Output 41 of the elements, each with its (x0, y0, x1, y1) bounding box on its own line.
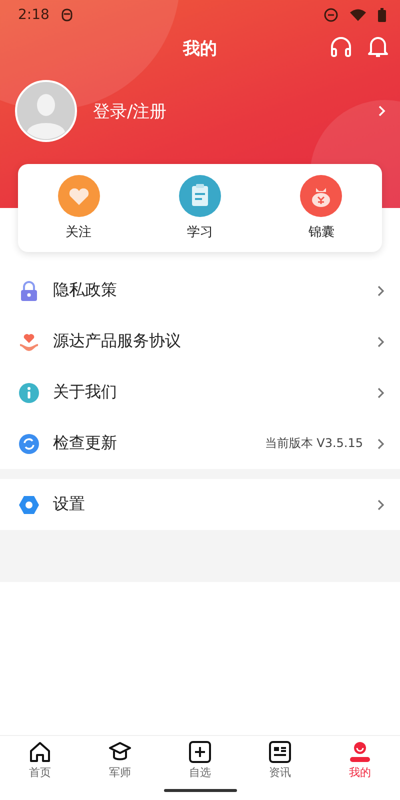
nav-tab[interactable]: 军师 (80, 736, 160, 786)
add-icon (189, 741, 211, 763)
menu-label: 设置 (53, 494, 86, 515)
graduation-cap-icon (109, 741, 131, 763)
profile-icon (349, 741, 371, 763)
chevron-icon (377, 336, 385, 348)
avatar[interactable] (15, 80, 77, 142)
battery-icon (378, 8, 386, 22)
chevron-icon (377, 498, 385, 510)
chevron-icon (377, 386, 385, 398)
shortcut-button[interactable]: 关注 (28, 175, 129, 241)
version-label: 当前版本 V3.5.15 (264, 435, 363, 452)
news-icon (269, 741, 291, 763)
headphones-icon[interactable] (330, 36, 352, 58)
nav-tab[interactable]: 自选 (160, 736, 240, 786)
refresh-icon (19, 434, 39, 454)
info-icon (19, 382, 39, 402)
money-bag-icon (300, 175, 342, 217)
nav-tab[interactable]: 首页 (0, 736, 80, 786)
do-not-disturb-icon (324, 8, 338, 22)
home-icon (29, 741, 51, 763)
page-title: 我的 (183, 38, 217, 60)
chevron-icon (378, 105, 386, 117)
nav-tab[interactable]: 资讯 (240, 736, 320, 786)
menu-label: 检查更新 (53, 433, 118, 454)
status-time: 2:18 (18, 7, 50, 23)
menu-label: 源达产品服务协议 (53, 331, 182, 352)
wifi-icon (350, 9, 366, 21)
menu-label: 关于我们 (53, 382, 118, 403)
shortcut-button[interactable]: 学习 (150, 175, 250, 241)
heart-hand-icon (19, 332, 39, 350)
settings-icon (19, 496, 39, 514)
chevron-icon (377, 438, 385, 450)
menu-label: 隐私政策 (53, 280, 118, 301)
clipboard-icon (178, 175, 221, 217)
chevron-icon (377, 284, 385, 296)
shortcut-button[interactable]: 锦囊 (271, 175, 372, 241)
lock-icon (19, 280, 39, 300)
nav-tab[interactable]: 我的 (320, 736, 400, 786)
notification-icon[interactable] (368, 36, 388, 58)
login-link[interactable]: 登录/注册 (93, 100, 362, 122)
